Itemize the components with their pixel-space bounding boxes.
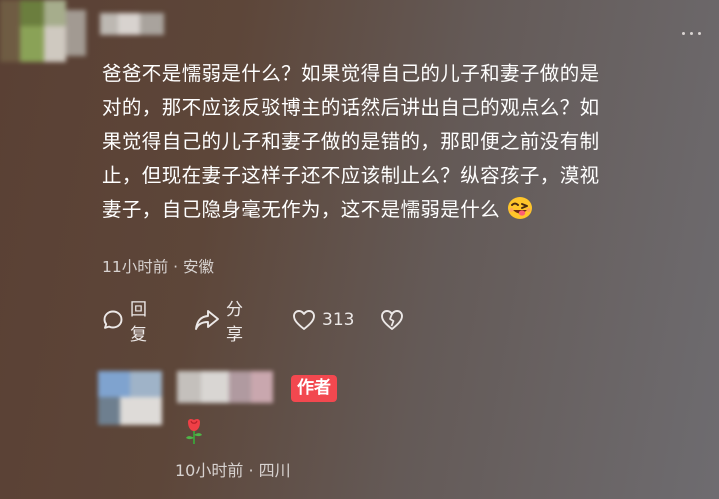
wink-tongue-emoji-icon: [507, 196, 533, 231]
reply-location: 四川: [258, 461, 291, 480]
like-button[interactable]: 313: [292, 306, 354, 334]
meta-separator: ·: [248, 461, 254, 480]
like-count: 313: [322, 310, 355, 330]
comment-line-text: 妻子，自己隐身毫无作为，这不是懦弱是什么: [102, 198, 501, 221]
comment-line: 爸爸不是懦弱是什么？如果觉得自己的儿子和妻子做的是: [102, 62, 600, 85]
commenter-avatar[interactable]: [0, 0, 86, 62]
reply-time: 10小时前: [175, 461, 244, 480]
comment-line: 对的，那不应该反驳博主的话然后讲出自己的观点么？如: [102, 96, 600, 119]
share-button[interactable]: 分享: [194, 300, 243, 345]
comment-text: 爸爸不是懦弱是什么？如果觉得自己的儿子和妻子做的是 对的，那不应该反驳博主的话然…: [102, 57, 702, 231]
comment-location: 安徽: [183, 258, 215, 276]
reply-author-name-blurred[interactable]: [177, 371, 273, 403]
meta-separator: ·: [173, 258, 179, 276]
comment-line: 妻子，自己隐身毫无作为，这不是懦弱是什么: [102, 193, 702, 231]
reply-button[interactable]: 回复: [102, 300, 147, 345]
author-badge: 作者: [291, 375, 337, 402]
reply-label: 回复: [130, 300, 147, 345]
rose-emoji-icon: [184, 417, 204, 445]
heart-icon: [292, 309, 316, 331]
broken-heart-icon: [380, 309, 404, 331]
reply-meta: 10小时前 · 四川: [175, 457, 291, 481]
commenter-name-blurred[interactable]: [100, 13, 164, 35]
more-options-icon[interactable]: [680, 30, 712, 38]
share-label: 分享: [226, 300, 243, 345]
comment-meta: 11小时前 · 安徽: [102, 255, 214, 277]
reply-icon: [102, 309, 124, 331]
comment-line: 果觉得自己的儿子和妻子做的是错的，那即便之前没有制: [102, 130, 600, 153]
share-icon: [194, 309, 220, 331]
dislike-button[interactable]: [380, 306, 404, 334]
comment-time: 11小时前: [102, 258, 169, 276]
comment-line: 止，但现在妻子这样子还不应该制止么？纵容孩子，漠视: [102, 164, 600, 187]
reply-author-avatar[interactable]: [98, 371, 162, 425]
